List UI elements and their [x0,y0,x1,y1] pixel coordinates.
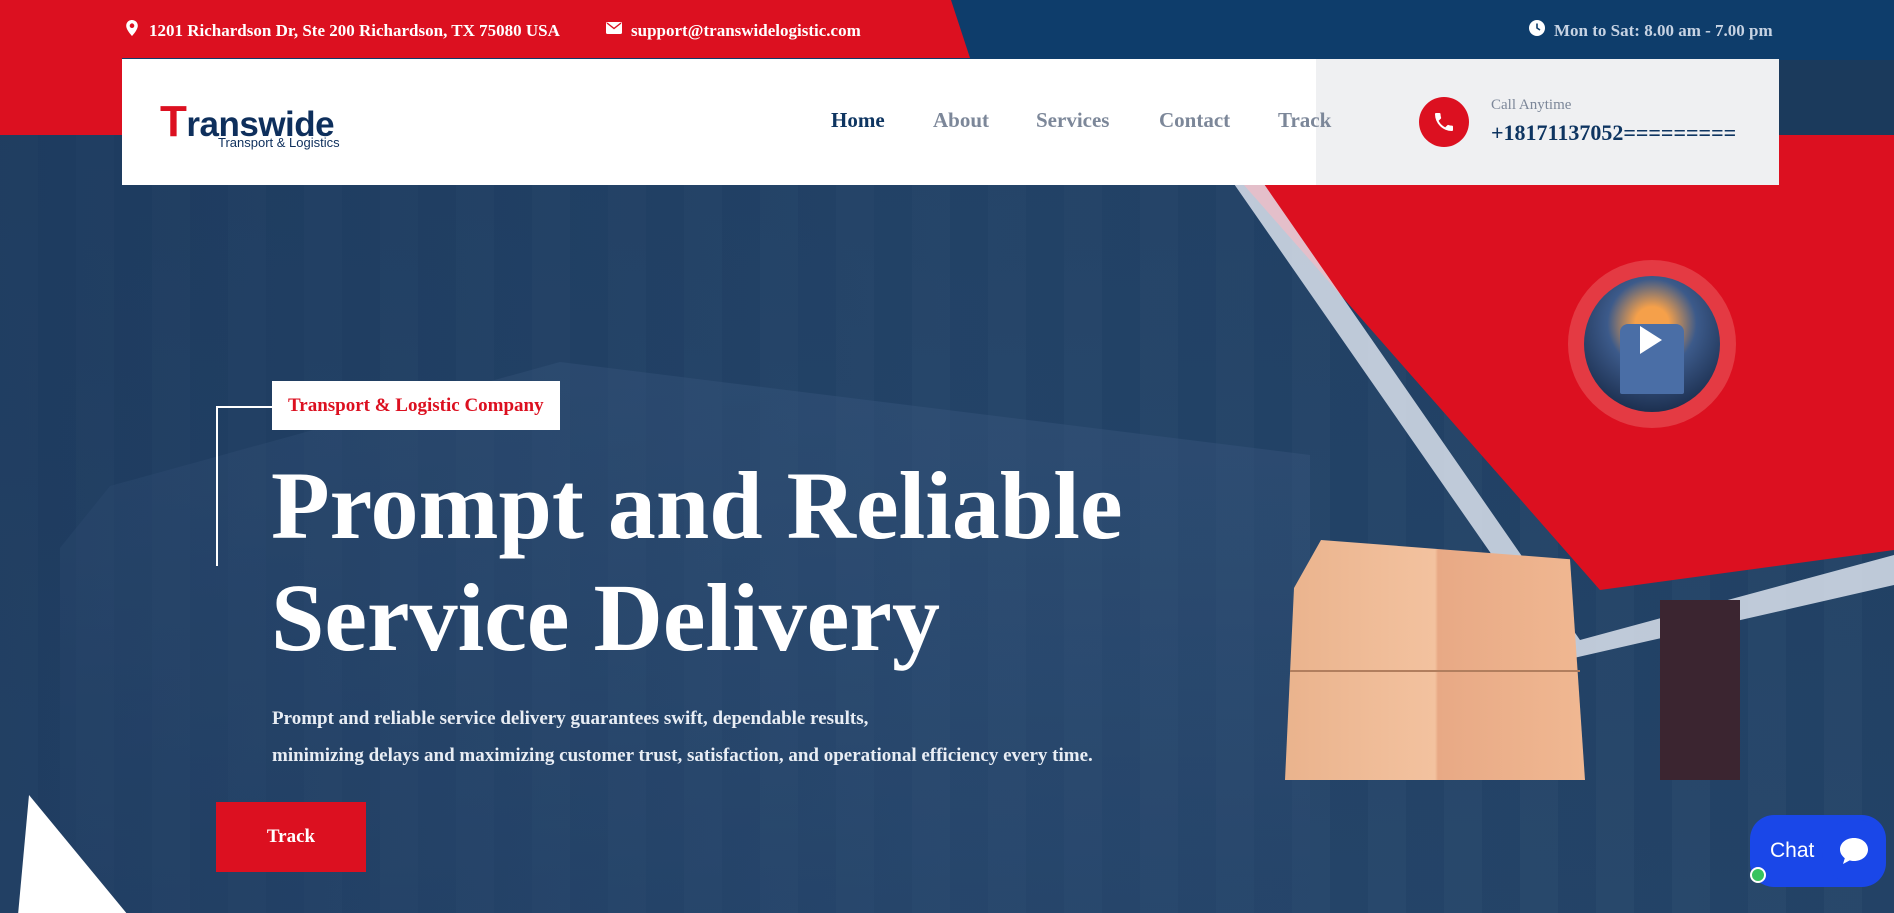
hero-description-line-1: Prompt and reliable service delivery gua… [272,708,869,729]
hero-description: Prompt and reliable service delivery gua… [272,700,1093,774]
cardboard-boxes-image [1285,540,1585,780]
logo-t: T [160,97,187,146]
hero-title: Prompt and Reliable Service Delivery [271,450,1123,674]
address-text: 1201 Richardson Dr, Ste 200 Richardson, … [149,20,560,40]
top-bar-red-band-lower [0,58,122,136]
tag-bracket-decoration [216,406,272,566]
hero-description-line-2: minimizing delays and maximizing custome… [272,745,1093,766]
hero-title-line-1: Prompt and Reliable [271,452,1123,559]
call-label: Call Anytime [1491,97,1572,113]
nav-about[interactable]: About [933,108,989,133]
envelope-icon [606,20,622,41]
track-button[interactable]: Track [216,802,366,872]
site-logo[interactable]: Transwide Transport & Logistics [160,97,340,150]
location-pin-icon [124,20,140,41]
hours-info: Mon to Sat: 8.00 am - 7.00 pm [1529,20,1773,41]
chat-label: Chat [1770,839,1815,862]
nav-track[interactable]: Track [1278,108,1331,133]
nav-services[interactable]: Services [1036,108,1109,133]
hero-tagline: Transport & Logistic Company [272,381,560,430]
hours-text: Mon to Sat: 8.00 am - 7.00 pm [1554,20,1773,40]
chat-bubble-icon[interactable] [1822,819,1886,883]
play-icon[interactable] [1640,326,1662,354]
call-number[interactable]: +18171137052========= [1491,120,1736,146]
nav-home[interactable]: Home [831,108,885,133]
address-info: 1201 Richardson Dr, Ste 200 Richardson, … [124,20,560,41]
forklift-image [1660,600,1740,780]
online-status-dot [1750,867,1766,883]
nav-contact[interactable]: Contact [1159,108,1230,133]
hero-title-line-2: Service Delivery [271,564,940,671]
clock-icon [1529,20,1545,41]
email-info[interactable]: support@transwidelogistic.com [606,20,861,41]
phone-icon[interactable] [1419,97,1469,147]
email-link[interactable]: support@transwidelogistic.com [631,21,861,41]
logo-tagline: Transport & Logistics [218,135,340,150]
box-seam [1290,670,1580,672]
